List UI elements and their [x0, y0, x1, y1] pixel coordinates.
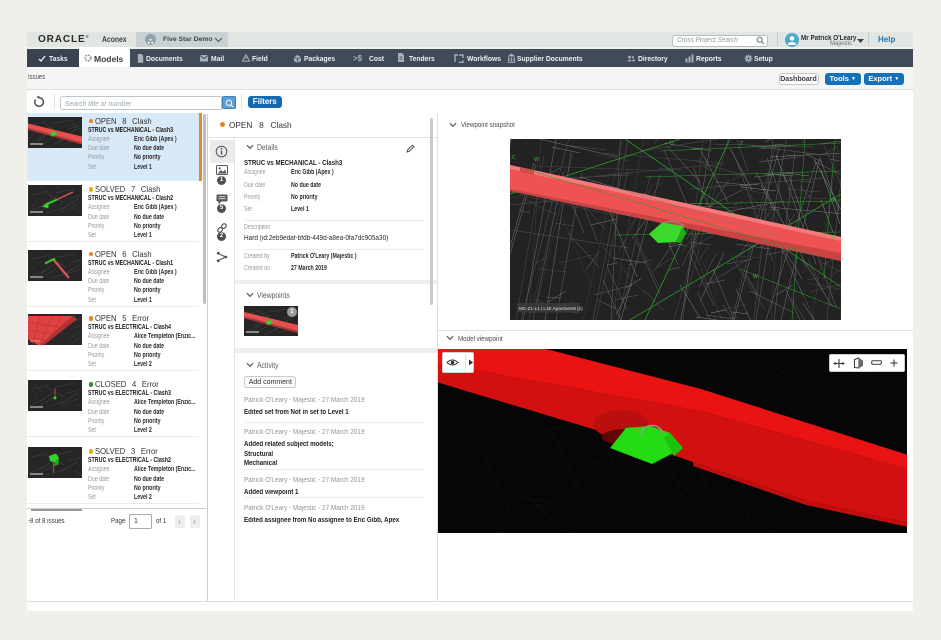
svg-text:MC-Z1-L1 | L1E Apartments [1]: MC-Z1-L1 | L1E Apartments [1] [519, 306, 583, 311]
svg-text:U: U [670, 141, 674, 147]
svg-text:W: W [753, 274, 758, 280]
svg-text:W: W [534, 157, 539, 163]
svg-text:Z: Z [740, 141, 743, 147]
svg-text:C: C [512, 155, 516, 161]
svg-text:C: C [832, 235, 836, 241]
